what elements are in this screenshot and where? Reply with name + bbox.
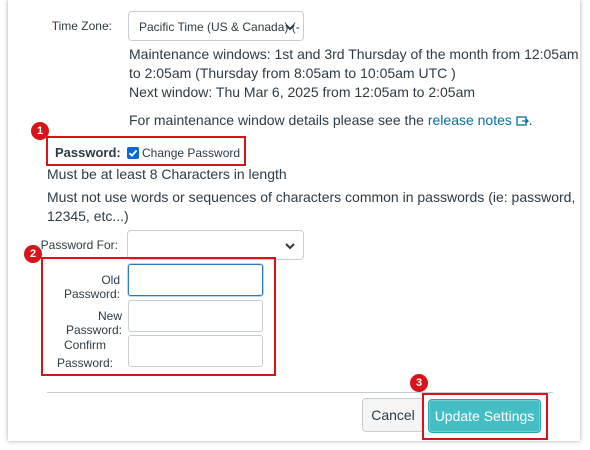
time-zone-label: Time Zone: xyxy=(51,19,112,33)
release-notes-label: release notes xyxy=(427,112,512,128)
maintenance-windows-text-2: to 2:05am (Thursday from 8:05am to 10:05… xyxy=(129,65,456,81)
callout-box-password xyxy=(46,136,246,166)
chevron-down-icon xyxy=(285,243,295,250)
callout-box-update xyxy=(422,393,548,440)
details-suffix: . xyxy=(528,112,533,128)
maintenance-windows-text: Maintenance windows: 1st and 3rd Thursda… xyxy=(129,46,579,62)
callout-badge-2: 2 xyxy=(24,245,42,263)
time-zone-select[interactable]: Pacific Time (US & Canada) (- xyxy=(128,11,304,41)
password-for-label: Password For: xyxy=(40,238,118,252)
cancel-button[interactable]: Cancel xyxy=(362,398,424,432)
password-rule-common: Must not use words or sequences of chara… xyxy=(47,189,576,205)
release-notes-link[interactable]: release notes xyxy=(428,112,529,128)
password-rule-common-2: 12345, etc...) xyxy=(47,208,129,224)
password-rule-length: Must be at least 8 Characters in length xyxy=(47,166,287,182)
time-zone-value: Pacific Time (US & Canada) (- xyxy=(139,20,300,34)
external-link-icon xyxy=(516,116,529,126)
callout-badge-3: 3 xyxy=(410,374,428,392)
maintenance-details-text: For maintenance window details please se… xyxy=(129,111,533,130)
callout-badge-1: 1 xyxy=(31,122,49,140)
callout-box-fields xyxy=(41,257,276,376)
details-prefix: For maintenance window details please se… xyxy=(129,112,424,128)
next-window-text: Next window: Thu Mar 6, 2025 from 12:05a… xyxy=(129,84,476,100)
password-for-select[interactable] xyxy=(127,230,304,260)
chevron-down-icon xyxy=(285,24,295,31)
